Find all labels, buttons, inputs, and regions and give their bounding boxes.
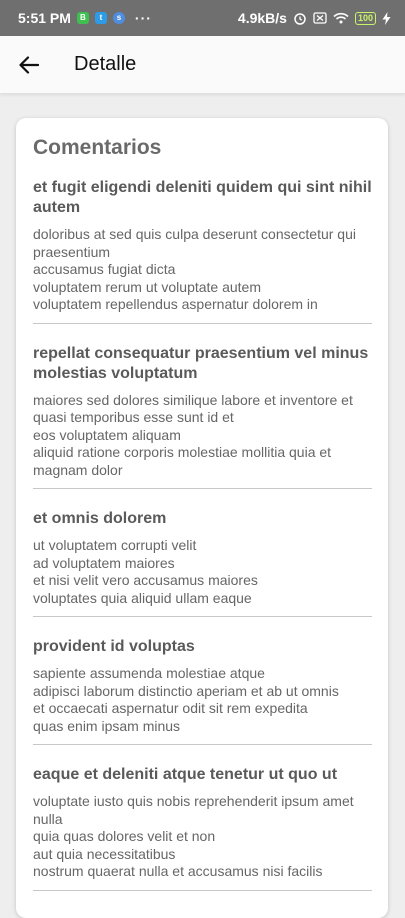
comment-body: voluptate iusto quis nobis reprehenderit…	[33, 793, 354, 879]
back-button[interactable]	[0, 36, 58, 94]
comment-item: repellat consequatur praesentium vel min…	[33, 344, 372, 489]
comment-body: sapiente assumenda molestiae atque adipi…	[33, 665, 339, 734]
card-title: Comentarios	[33, 136, 162, 159]
comment-item: provident id voluptas sapiente assumenda…	[33, 637, 372, 745]
status-bar-right: 4.9kB/s 100	[238, 10, 391, 26]
network-speed: 4.9kB/s	[237, 10, 287, 26]
twitter-icon: t	[94, 12, 107, 24]
comment-body: ut voluptatem corrupti velit ad voluptat…	[33, 537, 258, 606]
comments-list: et fugit eligendi deleniti quidem qui si…	[33, 178, 372, 891]
charging-icon	[382, 11, 391, 25]
comment-body: maiores sed dolores similique labore et …	[33, 391, 353, 478]
alarm-icon	[294, 13, 306, 25]
signal-app-icon: s	[112, 12, 125, 24]
arrow-left-icon[interactable]	[19, 55, 39, 74]
comment-item: eaque et deleniti atque tenetur ut quo u…	[33, 765, 372, 891]
battery-icon: 100	[354, 11, 376, 25]
status-bar: 5:51 PM B t s ··· 4.9kB/s 100	[0, 0, 405, 36]
comment-body: doloribus at sed quis culpa deserunt con…	[33, 226, 356, 312]
status-bar-left: 5:51 PM B t s ···	[18, 10, 152, 26]
comment-title: repellat consequatur praesentium vel min…	[33, 344, 369, 382]
comment-title: eaque et deleniti atque tenetur ut quo u…	[33, 766, 338, 783]
comments-card: Comentarios et fugit eligendi deleniti q…	[16, 118, 388, 918]
no-sim-icon	[313, 12, 327, 24]
app-notification-icon: B	[76, 12, 89, 24]
comment-item: et fugit eligendi deleniti quidem qui si…	[33, 178, 372, 324]
status-time: 5:51 PM	[18, 10, 71, 26]
battery-level: 100	[357, 13, 373, 23]
comment-title: et fugit eligendi deleniti quidem qui si…	[33, 179, 372, 216]
page-title: Detalle	[74, 53, 137, 75]
more-notifications-icon: ···	[134, 10, 152, 26]
comment-item: et omnis dolorem ut voluptatem corrupti …	[33, 509, 372, 617]
comment-title: et omnis dolorem	[33, 510, 167, 527]
comment-title: provident id voluptas	[33, 638, 195, 655]
wifi-icon	[333, 12, 349, 24]
app-bar: Detalle	[0, 36, 405, 94]
